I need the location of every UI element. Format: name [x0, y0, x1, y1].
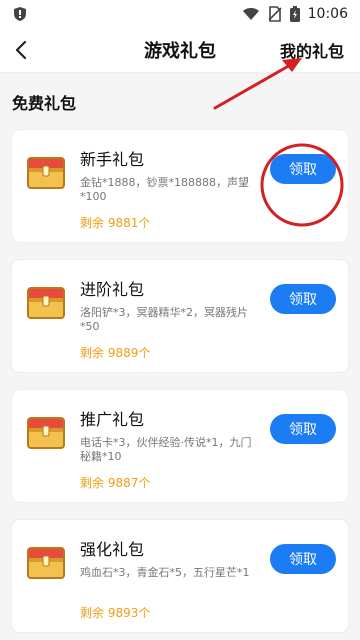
back-arrow-icon[interactable] — [10, 38, 34, 62]
gift-desc: 电话卡*3，伙伴经验·传说*1，九门秘籍*10 — [80, 436, 252, 463]
gift-remain: 剩余 9887个 — [80, 476, 151, 490]
gift-card: 推广礼包 电话卡*3，伙伴经验·传说*1，九门秘籍*10 剩余 9887个 领取 — [12, 390, 348, 502]
top-nav: 游戏礼包 我的礼包 — [0, 28, 360, 73]
gift-desc: 金钻*1888，钞票*188888，声望*100 — [80, 176, 249, 203]
treasure-chest-icon — [27, 157, 65, 189]
gift-card: 进阶礼包 洛阳铲*3，冥器精华*2，冥器残片*50 剩余 9889个 领取 — [12, 260, 348, 372]
gift-title: 强化礼包 — [80, 540, 145, 559]
gift-desc: 鸡血石*3，青金石*5，五行星芒*1 — [80, 566, 250, 579]
shield-icon — [14, 7, 26, 21]
wifi-icon — [242, 8, 259, 20]
status-time: 10:06 — [307, 6, 348, 22]
no-sim-icon — [268, 6, 282, 22]
gift-card: 新手礼包 金钻*1888，钞票*188888，声望*100 剩余 9881个 领… — [12, 130, 348, 242]
claim-button[interactable]: 领取 — [270, 284, 336, 314]
section-title: 免费礼包 — [12, 94, 77, 113]
claim-button[interactable]: 领取 — [270, 544, 336, 574]
page-title: 游戏礼包 — [144, 41, 216, 62]
battery-icon — [289, 6, 300, 22]
gift-title: 进阶礼包 — [80, 280, 145, 299]
gift-desc: 洛阳铲*3，冥器精华*2，冥器残片*50 — [80, 306, 248, 333]
gift-remain: 剩余 9889个 — [80, 346, 151, 360]
gift-list: 新手礼包 金钻*1888，钞票*188888，声望*100 剩余 9881个 领… — [12, 130, 348, 640]
claim-button[interactable]: 领取 — [270, 154, 336, 184]
gift-remain: 剩余 9893个 — [80, 606, 151, 620]
treasure-chest-icon — [27, 287, 65, 319]
gift-title: 推广礼包 — [80, 410, 145, 429]
main-content: 免费礼包 新手礼包 金钻*1888，钞票*188888，声望*100 剩余 98… — [0, 72, 360, 640]
my-gifts-link[interactable]: 我的礼包 — [280, 38, 344, 62]
claim-button[interactable]: 领取 — [270, 414, 336, 444]
status-bar: 10:06 — [0, 0, 360, 28]
gift-title: 新手礼包 — [80, 150, 145, 169]
gift-remain: 剩余 9881个 — [80, 216, 151, 230]
status-right: 10:06 — [242, 6, 348, 22]
gift-card: 强化礼包 鸡血石*3，青金石*5，五行星芒*1 剩余 9893个 领取 — [12, 520, 348, 632]
treasure-chest-icon — [27, 547, 65, 579]
status-left — [12, 6, 28, 22]
treasure-chest-icon — [27, 417, 65, 449]
